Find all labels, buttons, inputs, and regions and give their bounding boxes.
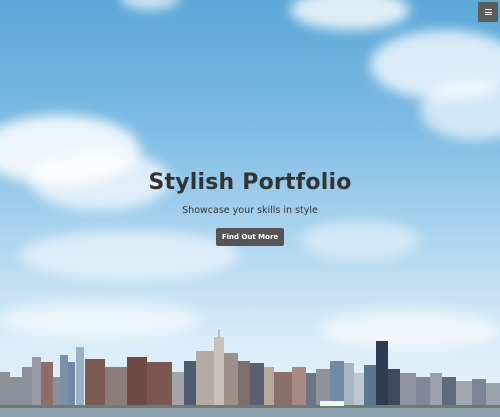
- page-title: Stylish Portfolio: [148, 170, 352, 195]
- find-out-more-button[interactable]: Find Out More: [215, 228, 285, 246]
- hero-page: Stylish Portfolio Showcase your skills i…: [0, 0, 500, 417]
- city-skyline-image: [0, 329, 500, 417]
- cloud: [120, 0, 180, 10]
- cloud: [290, 0, 410, 30]
- hero-content: Stylish Portfolio Showcase your skills i…: [0, 170, 500, 246]
- page-subtitle: Showcase your skills in style: [182, 205, 318, 216]
- menu-toggle-button[interactable]: [478, 2, 498, 22]
- hamburger-menu-icon: [484, 9, 492, 15]
